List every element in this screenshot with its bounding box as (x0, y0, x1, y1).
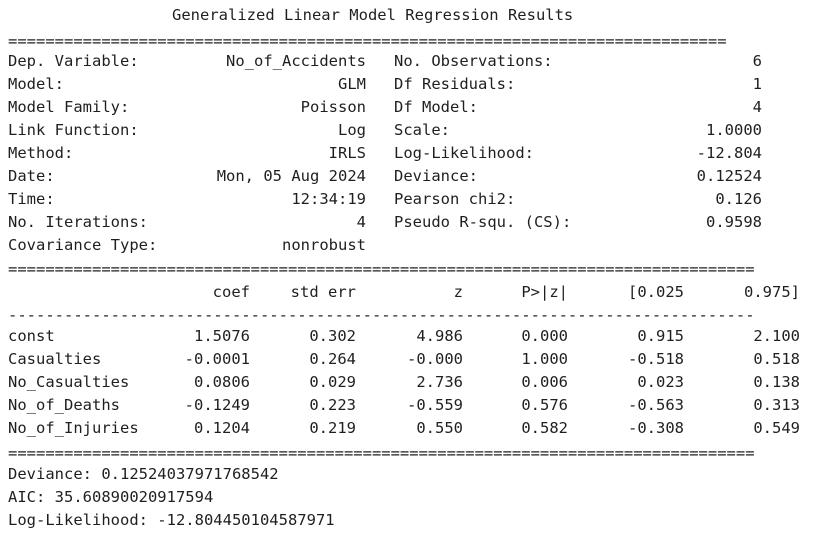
summary-label: Df Model: (394, 98, 478, 116)
summary-value: GLM (338, 75, 366, 93)
summary-label: Df Residuals: (394, 75, 516, 93)
table-cell: 4.986 (416, 327, 463, 345)
table-cell: -0.308 (628, 419, 684, 437)
column-header: z (453, 283, 463, 301)
summary-label: Model: (8, 75, 64, 93)
table-cell: 1.5076 (194, 327, 250, 345)
row-label: No_Casualties (8, 373, 130, 391)
summary-label: Time: (8, 190, 55, 208)
table-cell: 0.0806 (194, 373, 250, 391)
summary-label: Deviance: (394, 167, 478, 185)
summary-label: Dep. Variable: (8, 52, 139, 70)
column-header: std err (290, 283, 356, 301)
summary-value: -12.804 (696, 144, 762, 162)
fit-stat-line: Log-Likelihood: -12.804450104587971 (8, 511, 335, 529)
summary-value: Poisson (300, 98, 366, 116)
table-cell: 0.313 (753, 396, 800, 414)
table-cell: 1.000 (521, 350, 568, 368)
table-cell: 0.006 (521, 373, 568, 391)
row-label: const (8, 327, 55, 345)
summary-value: 12:34:19 (291, 190, 366, 208)
summary-value: Mon, 05 Aug 2024 (216, 167, 366, 185)
table-cell: 0.549 (753, 419, 800, 437)
table-cell: 0.219 (309, 419, 356, 437)
summary-label: Date: (8, 167, 55, 185)
table-cell: -0.559 (407, 396, 463, 414)
fit-stat-line: Deviance: 0.12524037971768542 (8, 465, 279, 483)
summary-value: 6 (752, 52, 762, 70)
table-cell: 0.1204 (194, 419, 250, 437)
table-cell: 2.100 (753, 327, 800, 345)
summary-value: Log (338, 121, 366, 139)
column-header: [0.025 (628, 283, 684, 301)
summary-value: 0.126 (715, 190, 762, 208)
row-label: No_of_Deaths (8, 396, 120, 414)
rule-mid: ========================================… (8, 260, 755, 278)
results-title: Generalized Linear Model Regression Resu… (172, 6, 574, 24)
table-cell: 0.576 (521, 396, 568, 414)
table-cell: -0.000 (407, 350, 463, 368)
table-cell: 0.223 (309, 396, 356, 414)
summary-value: 1 (752, 75, 762, 93)
summary-label: Model Family: (8, 98, 130, 116)
summary-label: Covariance Type: (8, 236, 158, 254)
table-cell: 0.582 (521, 419, 568, 437)
summary-label: No. Iterations: (8, 213, 148, 231)
table-cell: 0.518 (753, 350, 800, 368)
table-cell: 0.550 (416, 419, 463, 437)
summary-value: 0.9598 (706, 213, 762, 231)
summary-value: 4 (356, 213, 366, 231)
table-cell: -0.518 (628, 350, 684, 368)
table-cell: -0.0001 (184, 350, 250, 368)
summary-value: IRLS (328, 144, 366, 162)
summary-value: 1.0000 (706, 121, 762, 139)
rule-bottom: ========================================… (8, 444, 755, 462)
summary-label: Pseudo R-squ. (CS): (394, 213, 572, 231)
fit-stat-line: AIC: 35.60890020917594 (8, 488, 214, 506)
table-cell: 0.023 (637, 373, 684, 391)
row-label: Casualties (8, 350, 102, 368)
column-header: 0.975] (744, 283, 800, 301)
summary-label: Pearson chi2: (394, 190, 516, 208)
summary-label: Link Function: (8, 121, 139, 139)
table-cell: 0.000 (521, 327, 568, 345)
summary-label: Log-Likelihood: (394, 144, 534, 162)
table-cell: 0.138 (753, 373, 800, 391)
table-cell: 0.915 (637, 327, 684, 345)
table-cell: 0.029 (309, 373, 356, 391)
summary-label: Method: (8, 144, 74, 162)
row-label: No_of_Injuries (8, 419, 139, 437)
table-cell: -0.1249 (184, 396, 250, 414)
table-cell: 2.736 (416, 373, 463, 391)
table-cell: -0.563 (628, 396, 684, 414)
rule-dash: ----------------------------------------… (8, 306, 755, 324)
table-cell: 0.302 (309, 327, 356, 345)
column-header: P>|z| (521, 283, 568, 301)
summary-value: No_of_Accidents (226, 52, 366, 70)
summary-label: Scale: (394, 121, 450, 139)
summary-label: No. Observations: (394, 52, 553, 70)
column-header: coef (212, 283, 250, 301)
summary-value: nonrobust (282, 236, 366, 254)
summary-value: 0.12524 (696, 167, 762, 185)
table-cell: 0.264 (309, 350, 356, 368)
summary-value: 4 (752, 98, 762, 116)
